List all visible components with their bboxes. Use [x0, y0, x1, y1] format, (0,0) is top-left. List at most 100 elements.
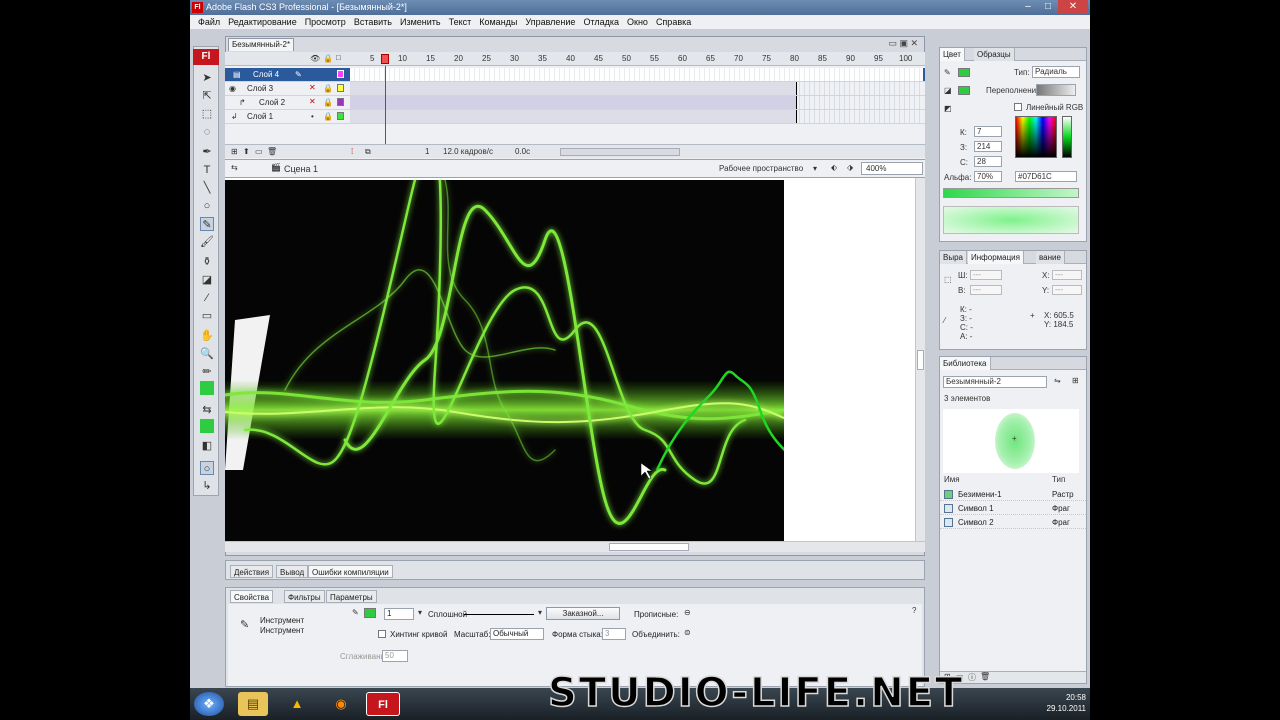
tab-color[interactable]: Цвет [940, 48, 965, 61]
stroke-style-value[interactable]: Сплошной [428, 610, 467, 619]
menu-help[interactable]: Справка [652, 15, 695, 29]
eyedropper-tool-icon[interactable]: ⁄ [200, 291, 214, 305]
lock-icon[interactable]: 🔒 [323, 54, 333, 63]
pin-icon[interactable]: ⊞ [1072, 376, 1079, 385]
timeline-hscroll[interactable] [560, 148, 680, 156]
stroke-pencil-icon[interactable]: ✎ [944, 68, 951, 77]
library-item[interactable]: Символ 2 Фраг [940, 516, 1086, 529]
default-colors-icon[interactable]: ◩ [944, 104, 952, 113]
alpha-input[interactable]: 70% [974, 171, 1002, 182]
outline-icon[interactable]: □ [336, 53, 341, 62]
stage-canvas[interactable] [225, 180, 784, 541]
help-icon[interactable]: ? [912, 606, 916, 615]
tween-span[interactable] [350, 110, 797, 123]
new-folder-icon[interactable]: ▭ [255, 147, 263, 156]
menu-modify[interactable]: Изменить [396, 15, 445, 29]
menu-window[interactable]: Окно [623, 15, 652, 29]
library-item[interactable]: Безимени-1 Растр [940, 488, 1086, 501]
fill-color-swatch[interactable] [200, 381, 214, 395]
explorer-icon[interactable]: ▤ [238, 692, 268, 716]
visible-dot-icon[interactable]: • [311, 112, 314, 121]
blue-input[interactable]: 28 [974, 156, 1002, 167]
tab-align[interactable]: Выра [940, 251, 967, 264]
layer-frames[interactable] [350, 82, 923, 95]
x-input[interactable]: --- [1052, 270, 1082, 280]
lock-icon[interactable]: 🔒 [323, 98, 333, 107]
scene-name[interactable]: Сцена 1 [284, 164, 318, 174]
layer-frames[interactable] [350, 68, 923, 81]
document-tab[interactable]: Безымянный-2* [228, 38, 294, 51]
stage-area[interactable] [225, 178, 925, 541]
layer-frames[interactable] [350, 96, 923, 109]
width-input[interactable]: --- [970, 270, 1002, 280]
menu-debug[interactable]: Отладка [579, 15, 623, 29]
properties-icon[interactable]: ⓘ [968, 672, 976, 683]
hidden-x-icon[interactable]: ✕ [309, 83, 316, 92]
layer-frames[interactable] [350, 110, 923, 123]
flash-taskbar-button[interactable]: Fl [366, 692, 400, 716]
onion-skin-icon[interactable]: ⧉ [365, 147, 371, 157]
layer-color-swatch[interactable] [337, 84, 344, 92]
straighten-icon[interactable]: ↳ [200, 479, 214, 493]
playhead-handle[interactable] [381, 54, 389, 64]
minimize-button[interactable]: – [1018, 0, 1038, 14]
layer-row[interactable]: ↱ Слой 2 ✕ 🔒 [225, 96, 925, 110]
close-button[interactable]: ✕ [1058, 0, 1088, 14]
layer-color-swatch[interactable] [337, 98, 344, 106]
brightness-slider[interactable] [1062, 116, 1072, 158]
fill-bucket-icon[interactable]: ◪ [944, 86, 952, 95]
menu-view[interactable]: Просмотр [301, 15, 350, 29]
lock-icon[interactable]: 🔒 [323, 84, 333, 93]
column-name[interactable]: Имя [944, 475, 960, 484]
firefox-icon[interactable]: ◉ [326, 692, 356, 716]
zoom-tool-icon[interactable]: 🔍 [200, 347, 214, 361]
caps-icon[interactable]: ⊖ [684, 608, 691, 617]
workspace-menu[interactable]: Рабочее пространство [719, 164, 803, 173]
library-document-select[interactable]: Безымянный-2 [943, 376, 1047, 388]
stage-hscroll[interactable] [225, 541, 925, 552]
tween-span[interactable] [350, 82, 797, 95]
lasso-tool-icon[interactable]: ◌ [200, 125, 214, 139]
hand-tool-icon[interactable]: ✋ [200, 329, 214, 343]
stroke-color-icon[interactable]: ✏ [200, 365, 214, 379]
selection-tool-icon[interactable]: ➤ [200, 71, 214, 85]
free-transform-tool-icon[interactable]: ⬚ [200, 107, 214, 121]
oval-tool-icon[interactable]: ○ [200, 199, 214, 213]
workspace-dropdown-icon[interactable]: ▾ [813, 164, 817, 173]
stroke-style-dropdown-icon[interactable]: ▾ [538, 608, 542, 617]
tab-info[interactable]: Информация [968, 251, 1024, 264]
swap-colors-icon[interactable]: ⇆ [200, 403, 214, 417]
layer-name[interactable]: Слой 1 [247, 110, 273, 124]
red-input[interactable]: 7 [974, 126, 1002, 137]
tab-output[interactable]: Вывод [276, 565, 309, 578]
new-layer-icon[interactable]: ⊞ [231, 147, 238, 156]
fill-swatch[interactable] [958, 86, 970, 95]
gradient-definition-bar[interactable] [943, 188, 1079, 198]
stroke-size-dropdown-icon[interactable]: ▾ [418, 608, 422, 617]
new-library-icon[interactable]: ⇋ [1054, 376, 1061, 385]
layer-color-swatch[interactable] [337, 112, 344, 120]
menu-insert[interactable]: Вставить [350, 15, 396, 29]
hex-input[interactable]: #07D61C [1015, 171, 1077, 182]
brush-tool-icon[interactable]: 🖌 [200, 235, 214, 249]
delete-layer-icon[interactable]: 🗑 [267, 147, 277, 156]
menu-file[interactable]: Файл [194, 15, 224, 29]
default-colors-icon[interactable]: ◧ [200, 439, 214, 453]
stroke-color-swatch[interactable] [364, 608, 376, 618]
tab-properties[interactable]: Свойства [230, 590, 274, 603]
hinting-checkbox[interactable] [378, 630, 386, 638]
menu-commands[interactable]: Команды [475, 15, 521, 29]
linear-rgb-checkbox[interactable] [1014, 103, 1022, 111]
tab-library[interactable]: Библиотека [940, 357, 991, 370]
tween-span[interactable] [350, 96, 797, 109]
center-frame-icon[interactable]: ⁞ [351, 147, 353, 156]
menu-control[interactable]: Управление [521, 15, 579, 29]
layer-row[interactable]: ▤ Слой 4 ✎ [225, 68, 925, 82]
layer-name[interactable]: Слой 2 [259, 96, 285, 110]
tab-swatches[interactable]: Образцы [974, 48, 1015, 61]
fill-type-select[interactable]: Радиаль [1032, 66, 1080, 78]
aimp-icon[interactable]: ▲ [282, 692, 312, 716]
lock-icon[interactable]: 🔒 [323, 112, 333, 121]
tab-actions[interactable]: Действия [230, 565, 274, 578]
tab-transform[interactable]: вание [1036, 251, 1065, 264]
